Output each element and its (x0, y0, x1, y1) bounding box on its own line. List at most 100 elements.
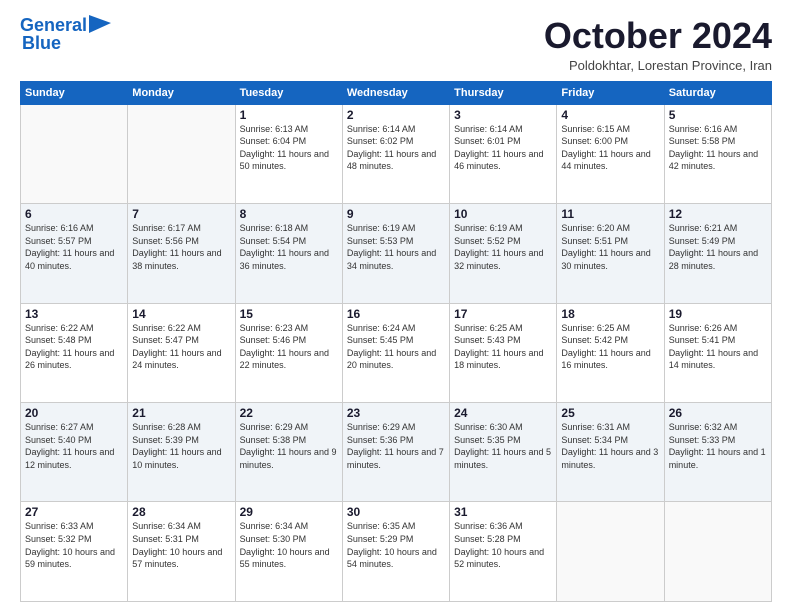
day-number: 3 (454, 108, 552, 122)
day-number: 22 (240, 406, 338, 420)
table-row: 22Sunrise: 6:29 AM Sunset: 5:38 PM Dayli… (235, 403, 342, 502)
table-row: 31Sunrise: 6:36 AM Sunset: 5:28 PM Dayli… (450, 502, 557, 602)
table-row (128, 104, 235, 203)
table-row: 11Sunrise: 6:20 AM Sunset: 5:51 PM Dayli… (557, 204, 664, 303)
day-number: 19 (669, 307, 767, 321)
day-number: 17 (454, 307, 552, 321)
day-number: 28 (132, 505, 230, 519)
day-info: Sunrise: 6:30 AM Sunset: 5:35 PM Dayligh… (454, 421, 552, 471)
day-info: Sunrise: 6:33 AM Sunset: 5:32 PM Dayligh… (25, 520, 123, 570)
day-info: Sunrise: 6:15 AM Sunset: 6:00 PM Dayligh… (561, 123, 659, 173)
day-number: 6 (25, 207, 123, 221)
day-info: Sunrise: 6:23 AM Sunset: 5:46 PM Dayligh… (240, 322, 338, 372)
day-number: 5 (669, 108, 767, 122)
table-row: 8Sunrise: 6:18 AM Sunset: 5:54 PM Daylig… (235, 204, 342, 303)
table-row: 6Sunrise: 6:16 AM Sunset: 5:57 PM Daylig… (21, 204, 128, 303)
day-number: 21 (132, 406, 230, 420)
day-info: Sunrise: 6:28 AM Sunset: 5:39 PM Dayligh… (132, 421, 230, 471)
table-row: 15Sunrise: 6:23 AM Sunset: 5:46 PM Dayli… (235, 303, 342, 402)
calendar-header-row: Sunday Monday Tuesday Wednesday Thursday… (21, 81, 772, 104)
table-row: 13Sunrise: 6:22 AM Sunset: 5:48 PM Dayli… (21, 303, 128, 402)
table-row: 2Sunrise: 6:14 AM Sunset: 6:02 PM Daylig… (342, 104, 449, 203)
table-row: 12Sunrise: 6:21 AM Sunset: 5:49 PM Dayli… (664, 204, 771, 303)
table-row: 4Sunrise: 6:15 AM Sunset: 6:00 PM Daylig… (557, 104, 664, 203)
day-number: 1 (240, 108, 338, 122)
day-info: Sunrise: 6:26 AM Sunset: 5:41 PM Dayligh… (669, 322, 767, 372)
table-row: 20Sunrise: 6:27 AM Sunset: 5:40 PM Dayli… (21, 403, 128, 502)
table-row: 29Sunrise: 6:34 AM Sunset: 5:30 PM Dayli… (235, 502, 342, 602)
table-row: 21Sunrise: 6:28 AM Sunset: 5:39 PM Dayli… (128, 403, 235, 502)
day-number: 23 (347, 406, 445, 420)
day-info: Sunrise: 6:16 AM Sunset: 5:57 PM Dayligh… (25, 222, 123, 272)
table-row: 10Sunrise: 6:19 AM Sunset: 5:52 PM Dayli… (450, 204, 557, 303)
table-row: 3Sunrise: 6:14 AM Sunset: 6:01 PM Daylig… (450, 104, 557, 203)
day-number: 29 (240, 505, 338, 519)
col-monday: Monday (128, 81, 235, 104)
day-number: 13 (25, 307, 123, 321)
day-info: Sunrise: 6:13 AM Sunset: 6:04 PM Dayligh… (240, 123, 338, 173)
table-row: 28Sunrise: 6:34 AM Sunset: 5:31 PM Dayli… (128, 502, 235, 602)
table-row: 9Sunrise: 6:19 AM Sunset: 5:53 PM Daylig… (342, 204, 449, 303)
day-number: 30 (347, 505, 445, 519)
table-row: 7Sunrise: 6:17 AM Sunset: 5:56 PM Daylig… (128, 204, 235, 303)
table-row (557, 502, 664, 602)
day-info: Sunrise: 6:27 AM Sunset: 5:40 PM Dayligh… (25, 421, 123, 471)
calendar-table: Sunday Monday Tuesday Wednesday Thursday… (20, 81, 772, 602)
day-number: 31 (454, 505, 552, 519)
day-number: 2 (347, 108, 445, 122)
table-row: 24Sunrise: 6:30 AM Sunset: 5:35 PM Dayli… (450, 403, 557, 502)
day-info: Sunrise: 6:20 AM Sunset: 5:51 PM Dayligh… (561, 222, 659, 272)
table-row: 27Sunrise: 6:33 AM Sunset: 5:32 PM Dayli… (21, 502, 128, 602)
calendar-week-row: 27Sunrise: 6:33 AM Sunset: 5:32 PM Dayli… (21, 502, 772, 602)
day-info: Sunrise: 6:14 AM Sunset: 6:01 PM Dayligh… (454, 123, 552, 173)
day-info: Sunrise: 6:25 AM Sunset: 5:42 PM Dayligh… (561, 322, 659, 372)
table-row: 14Sunrise: 6:22 AM Sunset: 5:47 PM Dayli… (128, 303, 235, 402)
col-tuesday: Tuesday (235, 81, 342, 104)
day-number: 25 (561, 406, 659, 420)
day-number: 24 (454, 406, 552, 420)
col-friday: Friday (557, 81, 664, 104)
day-info: Sunrise: 6:31 AM Sunset: 5:34 PM Dayligh… (561, 421, 659, 471)
day-number: 9 (347, 207, 445, 221)
table-row: 30Sunrise: 6:35 AM Sunset: 5:29 PM Dayli… (342, 502, 449, 602)
logo: General Blue (20, 16, 111, 54)
calendar-week-row: 1Sunrise: 6:13 AM Sunset: 6:04 PM Daylig… (21, 104, 772, 203)
table-row: 5Sunrise: 6:16 AM Sunset: 5:58 PM Daylig… (664, 104, 771, 203)
logo-blue: Blue (22, 33, 61, 53)
col-wednesday: Wednesday (342, 81, 449, 104)
table-row: 26Sunrise: 6:32 AM Sunset: 5:33 PM Dayli… (664, 403, 771, 502)
day-number: 14 (132, 307, 230, 321)
day-info: Sunrise: 6:29 AM Sunset: 5:38 PM Dayligh… (240, 421, 338, 471)
title-block: October 2024 Poldokhtar, Lorestan Provin… (544, 16, 772, 73)
day-info: Sunrise: 6:22 AM Sunset: 5:48 PM Dayligh… (25, 322, 123, 372)
day-info: Sunrise: 6:35 AM Sunset: 5:29 PM Dayligh… (347, 520, 445, 570)
page: General Blue October 2024 Poldokhtar, Lo… (0, 0, 792, 612)
day-number: 12 (669, 207, 767, 221)
day-info: Sunrise: 6:29 AM Sunset: 5:36 PM Dayligh… (347, 421, 445, 471)
day-number: 20 (25, 406, 123, 420)
day-number: 11 (561, 207, 659, 221)
calendar-week-row: 20Sunrise: 6:27 AM Sunset: 5:40 PM Dayli… (21, 403, 772, 502)
table-row (664, 502, 771, 602)
location-subtitle: Poldokhtar, Lorestan Province, Iran (544, 58, 772, 73)
header: General Blue October 2024 Poldokhtar, Lo… (20, 16, 772, 73)
day-info: Sunrise: 6:34 AM Sunset: 5:31 PM Dayligh… (132, 520, 230, 570)
day-info: Sunrise: 6:34 AM Sunset: 5:30 PM Dayligh… (240, 520, 338, 570)
table-row: 1Sunrise: 6:13 AM Sunset: 6:04 PM Daylig… (235, 104, 342, 203)
calendar-week-row: 13Sunrise: 6:22 AM Sunset: 5:48 PM Dayli… (21, 303, 772, 402)
day-info: Sunrise: 6:24 AM Sunset: 5:45 PM Dayligh… (347, 322, 445, 372)
day-number: 8 (240, 207, 338, 221)
day-info: Sunrise: 6:19 AM Sunset: 5:53 PM Dayligh… (347, 222, 445, 272)
day-info: Sunrise: 6:19 AM Sunset: 5:52 PM Dayligh… (454, 222, 552, 272)
col-thursday: Thursday (450, 81, 557, 104)
table-row: 19Sunrise: 6:26 AM Sunset: 5:41 PM Dayli… (664, 303, 771, 402)
day-number: 16 (347, 307, 445, 321)
table-row: 16Sunrise: 6:24 AM Sunset: 5:45 PM Dayli… (342, 303, 449, 402)
table-row: 25Sunrise: 6:31 AM Sunset: 5:34 PM Dayli… (557, 403, 664, 502)
day-info: Sunrise: 6:36 AM Sunset: 5:28 PM Dayligh… (454, 520, 552, 570)
table-row: 18Sunrise: 6:25 AM Sunset: 5:42 PM Dayli… (557, 303, 664, 402)
day-info: Sunrise: 6:22 AM Sunset: 5:47 PM Dayligh… (132, 322, 230, 372)
calendar-week-row: 6Sunrise: 6:16 AM Sunset: 5:57 PM Daylig… (21, 204, 772, 303)
table-row: 23Sunrise: 6:29 AM Sunset: 5:36 PM Dayli… (342, 403, 449, 502)
day-info: Sunrise: 6:17 AM Sunset: 5:56 PM Dayligh… (132, 222, 230, 272)
